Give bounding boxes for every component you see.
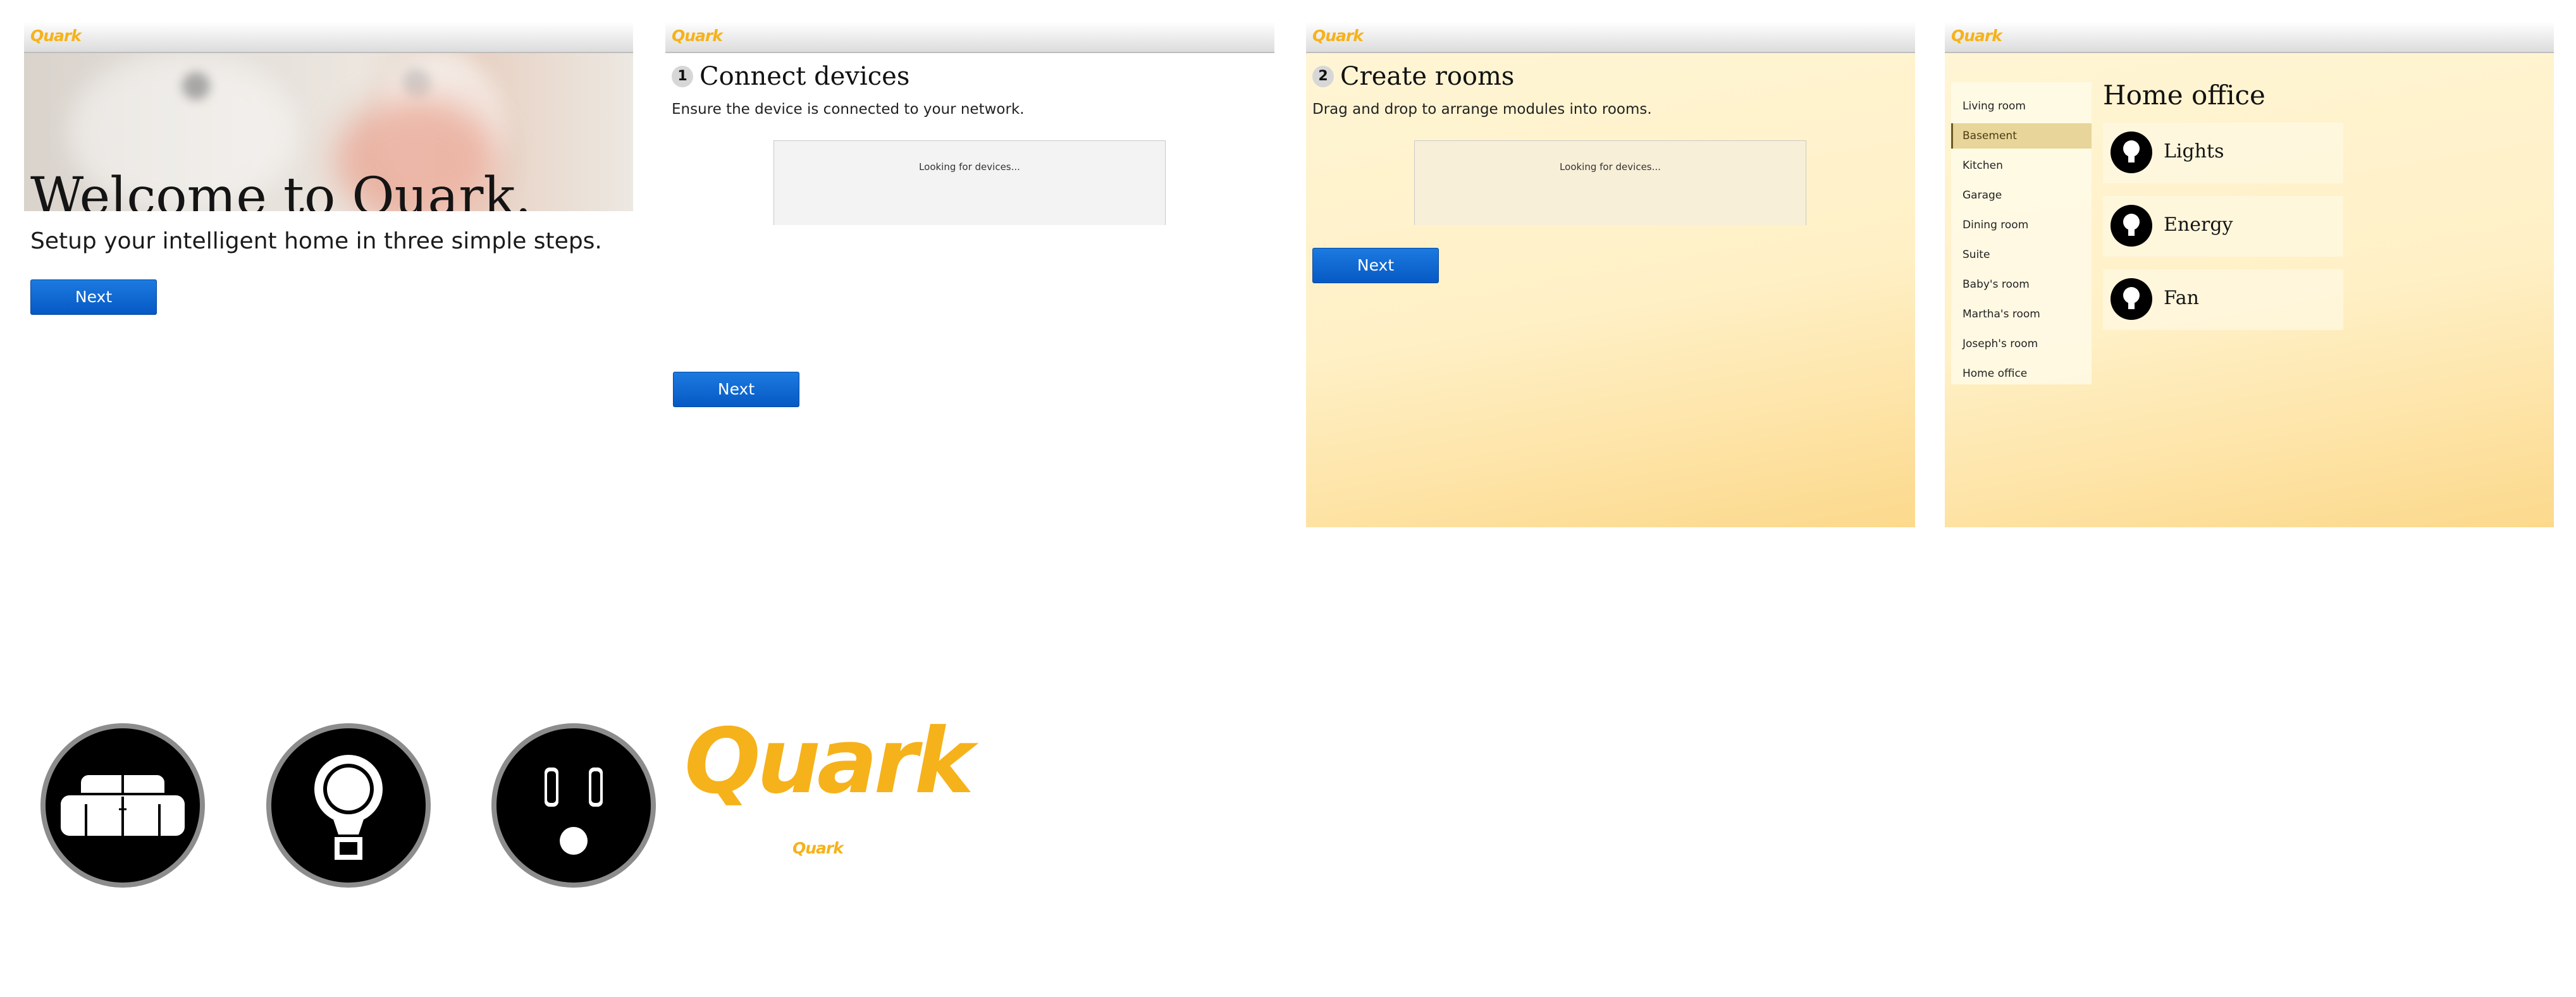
hero-image: Welcome to Quark. (24, 53, 633, 211)
step-description: Ensure the device is connected to your n… (672, 101, 1025, 118)
module-label: Fan (2164, 287, 2199, 309)
title-bar: Quark (1945, 21, 2554, 53)
module-card-lights[interactable]: Lights (2103, 123, 2343, 183)
module-card-fan[interactable]: Fan (2103, 269, 2343, 330)
room-list: Living room Basement Kitchen Garage Dini… (1951, 82, 2092, 384)
room-item-suite[interactable]: Suite (1951, 242, 2092, 267)
brand-logo: Quark (672, 27, 723, 45)
connect-devices-panel: Quark 1 Connect devices Ensure the devic… (665, 21, 1274, 527)
room-item-living-room[interactable]: Living room (1951, 94, 2092, 119)
room-item-josephs-room[interactable]: Joseph's room (1951, 331, 2092, 357)
room-item-babys-room[interactable]: Baby's room (1951, 272, 2092, 297)
step-title: Connect devices (699, 62, 910, 91)
step-title: Create rooms (1340, 62, 1515, 91)
step-number-badge: 2 (1312, 66, 1334, 87)
sofa-icon (40, 723, 205, 888)
title-bar: Quark (24, 21, 633, 53)
module-card-energy[interactable]: Energy (2103, 196, 2343, 257)
quark-logo-large: Quark (684, 709, 974, 814)
module-label: Energy (2164, 214, 2233, 236)
step-number-badge: 1 (672, 66, 693, 87)
room-item-basement[interactable]: Basement (1951, 123, 2092, 149)
power-outlet-icon (491, 723, 656, 888)
welcome-subtitle: Setup your intelligent home in three sim… (30, 228, 602, 254)
next-button[interactable]: Next (30, 279, 157, 315)
brand-logo: Quark (30, 27, 82, 45)
module-label: Lights (2164, 140, 2224, 162)
next-button[interactable]: Next (1312, 248, 1439, 283)
room-item-dining-room[interactable]: Dining room (1951, 212, 2092, 238)
room-item-garage[interactable]: Garage (1951, 183, 2092, 208)
room-item-home-office[interactable]: Home office (1951, 361, 2092, 386)
room-title: Home office (2103, 80, 2265, 111)
lightbulb-icon (266, 723, 431, 888)
quark-logo-small: Quark (792, 839, 844, 857)
brand-logo: Quark (1312, 27, 1364, 45)
room-item-kitchen[interactable]: Kitchen (1951, 153, 2092, 178)
welcome-title: Welcome to Quark. (30, 167, 532, 211)
brand-logo: Quark (1951, 27, 2002, 45)
create-rooms-panel: Quark 2 Create rooms Drag and drop to ar… (1306, 21, 1915, 527)
lightbulb-icon (2111, 132, 2152, 173)
device-search-status: Looking for devices... (1560, 161, 1661, 173)
welcome-panel: Quark Welcome to Quark. Setup your intel… (24, 21, 633, 527)
device-search-status: Looking for devices... (919, 161, 1020, 173)
lightbulb-icon (2111, 278, 2152, 320)
step-heading: 1 Connect devices (672, 62, 909, 91)
step-heading: 2 Create rooms (1312, 62, 1514, 91)
lightbulb-icon (2111, 205, 2152, 247)
device-search-box: Looking for devices... (773, 140, 1166, 225)
home-office-panel: Quark Living room Basement Kitchen Garag… (1945, 21, 2554, 527)
device-search-box: Looking for devices... (1414, 140, 1806, 225)
step-description: Drag and drop to arrange modules into ro… (1312, 101, 1652, 118)
next-button[interactable]: Next (673, 372, 799, 407)
room-item-marthas-room[interactable]: Martha's room (1951, 302, 2092, 327)
title-bar: Quark (665, 21, 1274, 53)
title-bar: Quark (1306, 21, 1915, 53)
